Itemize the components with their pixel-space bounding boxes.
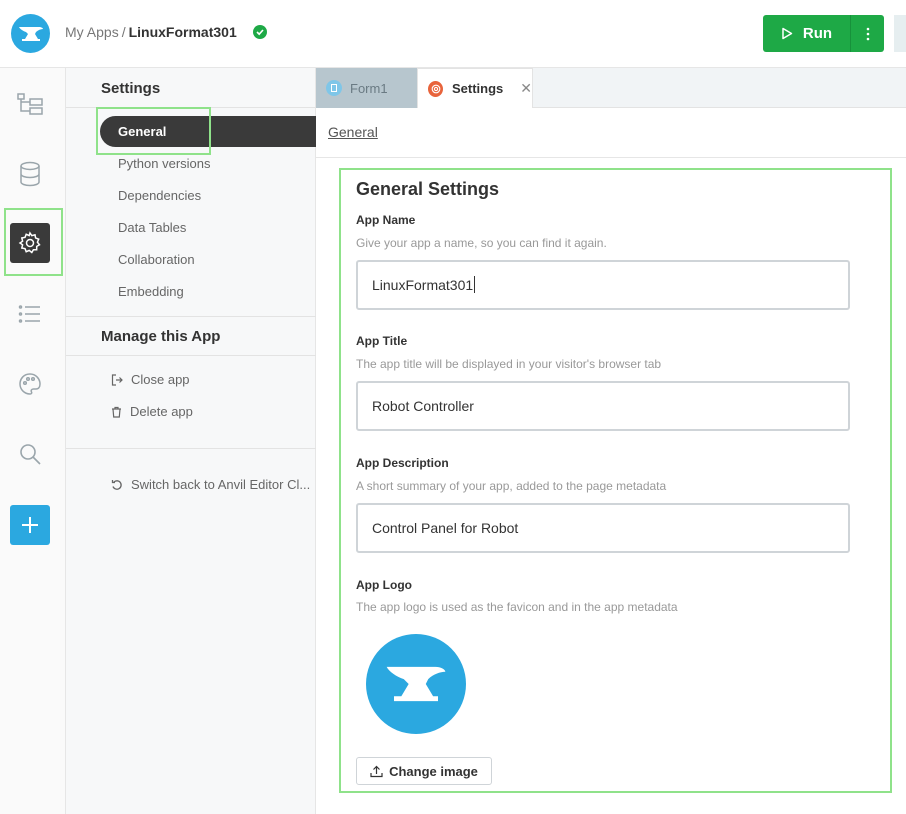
delete-app-link[interactable]: Delete app (111, 404, 193, 419)
sidebar-item-data-tables[interactable]: Data Tables (118, 220, 186, 235)
add-icon[interactable] (10, 505, 50, 545)
tab-form1[interactable]: Form1 (316, 68, 417, 108)
app-name-help: Give your app a name, so you can find it… (356, 236, 607, 250)
settings-subnav: General (316, 108, 906, 158)
sidebar-item-collaboration[interactable]: Collaboration (118, 252, 195, 267)
anvil-logo-icon[interactable] (11, 14, 50, 53)
tab-settings[interactable]: Settings ✕ (417, 68, 533, 108)
divider (66, 316, 316, 317)
switch-editor-link[interactable]: Switch back to Anvil Editor Cl... (111, 477, 310, 492)
app-tree-icon[interactable] (10, 84, 50, 124)
run-button[interactable]: Run (763, 15, 850, 52)
app-title-field[interactable]: Robot Controller (356, 381, 850, 431)
check-icon (252, 25, 267, 39)
general-settings-panel: General Settings App Name Give your app … (339, 168, 892, 793)
trash-icon (112, 406, 121, 418)
tab-label: Settings (451, 81, 504, 96)
highlight-box-settings (4, 208, 63, 276)
app-name-field[interactable]: LinuxFormat301 (356, 260, 850, 310)
sidebar-title: Settings (101, 80, 161, 97)
undo-icon (111, 479, 122, 490)
subnav-general-link[interactable]: General (328, 124, 378, 140)
run-options-button[interactable] (850, 15, 884, 52)
switch-editor-label: Switch back to Anvil Editor Cl... (131, 477, 311, 492)
close-app-link[interactable]: Close app (111, 372, 190, 387)
run-label: Run (802, 25, 833, 42)
page-title: General Settings (356, 179, 500, 199)
settings-sidebar: Settings General Python versions Depende… (66, 68, 316, 814)
highlight-box-general (96, 107, 211, 155)
search-icon[interactable] (10, 434, 50, 474)
app-description-value: Control Panel for Robot (372, 520, 519, 536)
toolbar-overflow[interactable] (894, 15, 906, 52)
list-icon[interactable] (10, 294, 50, 334)
change-image-label: Change image (389, 763, 478, 779)
database-icon[interactable] (10, 154, 50, 194)
divider (66, 355, 316, 356)
sidebar-item-python-versions[interactable]: Python versions (118, 156, 211, 171)
gear-icon (428, 80, 443, 97)
more-vertical-icon (866, 27, 869, 40)
app-description-label: App Description (356, 456, 449, 470)
tab-bar: Form1 Settings ✕ (316, 68, 906, 108)
breadcrumb-my-apps[interactable]: My Apps (65, 24, 119, 40)
play-icon (782, 27, 793, 40)
exit-icon (111, 373, 123, 386)
app-description-help: A short summary of your app, added to th… (356, 479, 667, 493)
app-title-value: Robot Controller (372, 398, 474, 414)
close-icon[interactable]: ✕ (520, 80, 532, 97)
tab-label: Form1 (350, 80, 388, 96)
app-title-label: App Title (356, 334, 408, 348)
palette-icon[interactable] (10, 364, 50, 404)
app-logo-label: App Logo (356, 578, 412, 592)
manage-app-heading: Manage this App (101, 328, 221, 345)
divider (66, 448, 316, 449)
breadcrumb: My Apps / LinuxFormat301 (65, 24, 267, 40)
sidebar-item-embedding[interactable]: Embedding (118, 284, 184, 299)
breadcrumb-app-name: LinuxFormat301 (128, 24, 237, 40)
change-image-button[interactable]: Change image (356, 757, 492, 785)
app-name-value: LinuxFormat301 (372, 277, 474, 293)
upload-icon (370, 765, 383, 777)
app-description-field[interactable]: Control Panel for Robot (356, 503, 850, 553)
close-app-label: Close app (131, 372, 190, 387)
top-bar: My Apps / LinuxFormat301 Run (0, 0, 906, 68)
left-rail (0, 68, 66, 814)
sidebar-item-dependencies[interactable]: Dependencies (118, 188, 201, 203)
delete-app-label: Delete app (130, 404, 193, 419)
app-name-label: App Name (356, 213, 416, 227)
breadcrumb-separator: / (121, 24, 126, 40)
form-icon (326, 80, 342, 96)
text-cursor (474, 276, 476, 293)
app-title-help: The app title will be displayed in your … (356, 357, 662, 371)
app-logo-help: The app logo is used as the favicon and … (356, 600, 678, 614)
app-logo-image (366, 634, 466, 734)
